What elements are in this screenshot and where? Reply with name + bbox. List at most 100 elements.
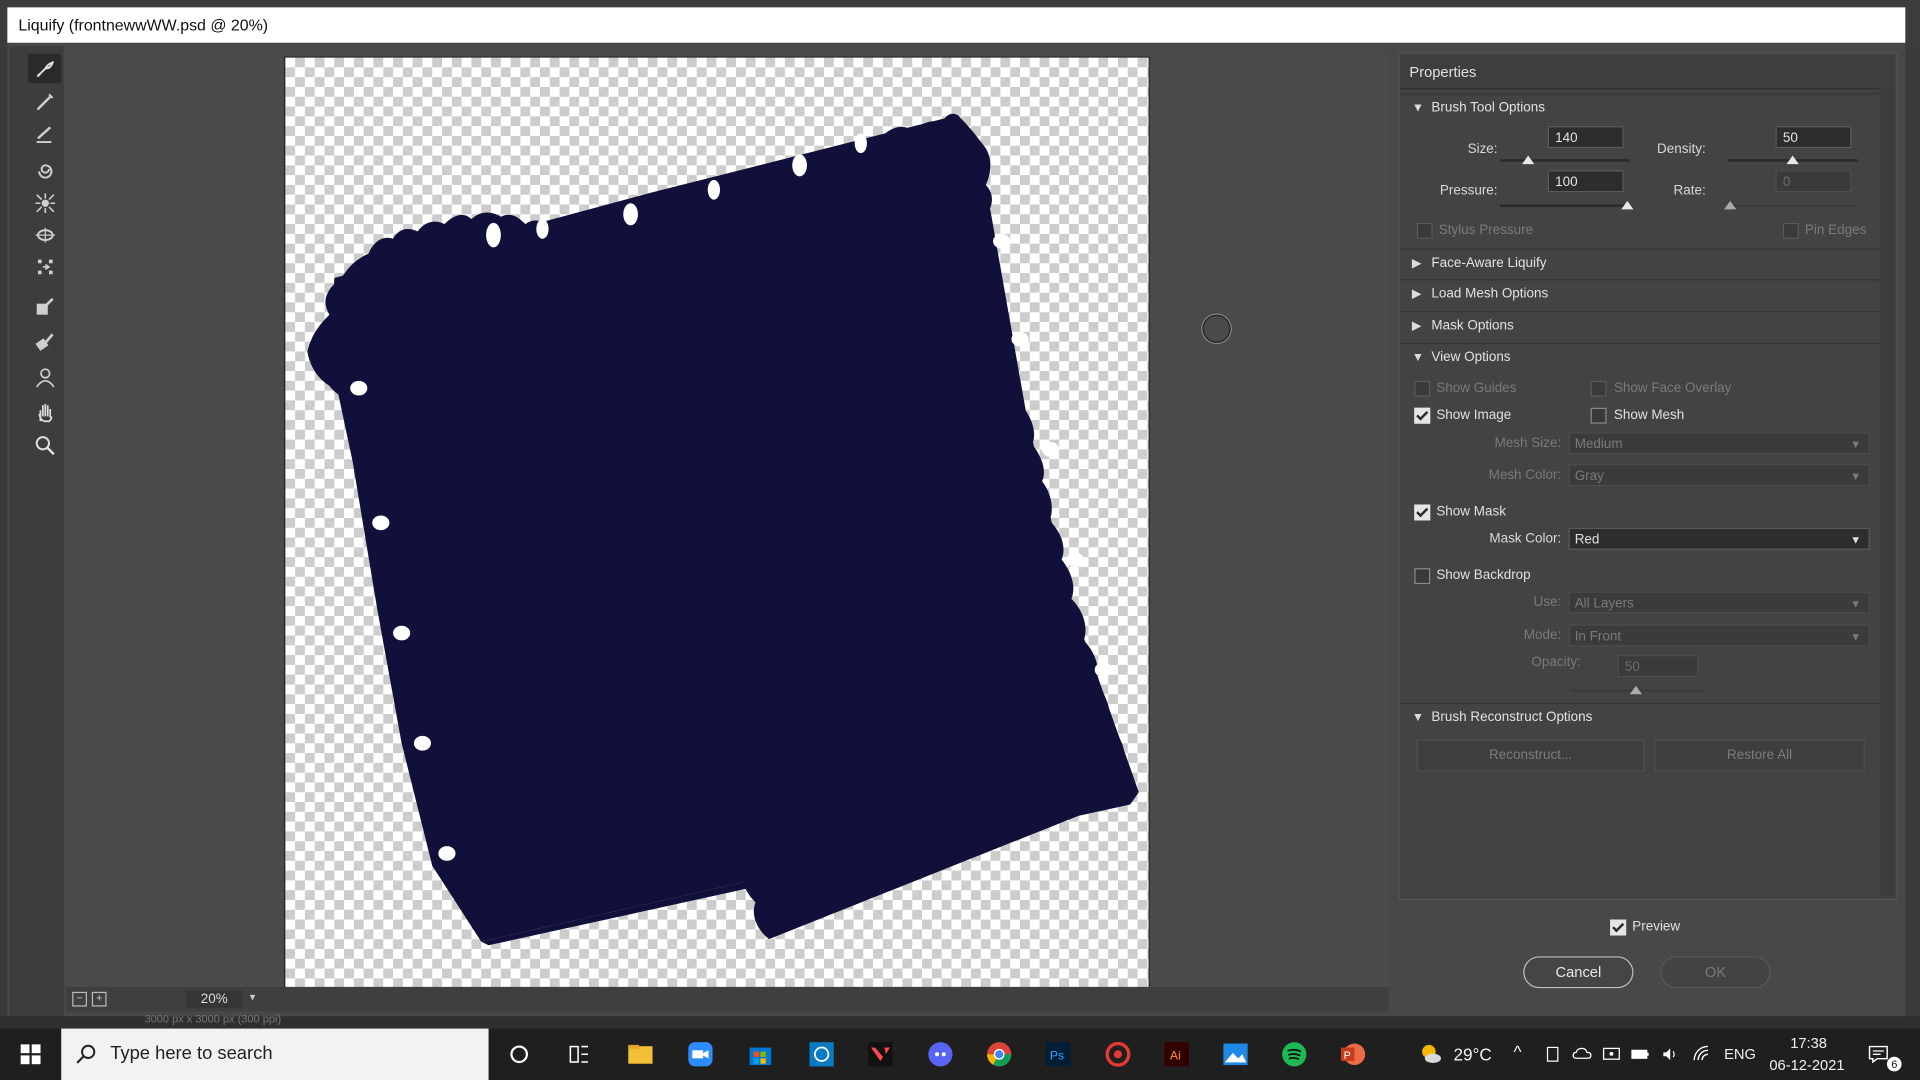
language-indicator[interactable]: ENG [1724, 1046, 1756, 1063]
show-mesh-label: Show Mesh [1613, 407, 1685, 423]
expanded-triangle-icon: ▼ [1411, 351, 1424, 365]
display-icon[interactable] [1597, 1040, 1626, 1069]
section-brush-tool-options[interactable]: ▼ Brush Tool Options [1399, 93, 1880, 124]
rate-slider-knob [1724, 200, 1737, 210]
battery-icon[interactable] [1626, 1040, 1655, 1069]
rate-slider [1727, 204, 1858, 207]
clock-time[interactable]: 17:38 [1790, 1035, 1827, 1052]
weather-temperature[interactable]: 29°C [1453, 1044, 1491, 1064]
zoom-level[interactable]: 20% [186, 990, 243, 1008]
clock-date[interactable]: 06-12-2021 [1769, 1057, 1844, 1074]
preview-checkbox[interactable] [1610, 919, 1627, 936]
mask-color-label: Mask Color: [1489, 531, 1562, 547]
illustrator-icon[interactable]: Ai [1162, 1040, 1191, 1069]
collapsed-triangle-icon: ▶ [1411, 287, 1422, 302]
face-tool-icon[interactable] [28, 362, 61, 391]
image-canvas[interactable] [284, 56, 1150, 989]
pressure-slider[interactable] [1500, 204, 1630, 207]
chevron-down-icon: ▼ [1850, 470, 1862, 483]
chevron-up-icon[interactable]: ^ [1513, 1042, 1521, 1062]
taskbar-search[interactable]: Type here to search [61, 1028, 489, 1080]
density-slider-knob[interactable] [1786, 155, 1799, 165]
push-left-tool-icon[interactable] [28, 252, 61, 281]
device-icon[interactable] [1538, 1040, 1567, 1069]
discord-icon[interactable] [926, 1040, 955, 1069]
pressure-input[interactable]: 100 [1547, 170, 1624, 193]
size-slider-knob[interactable] [1522, 155, 1535, 165]
weather-icon[interactable] [1416, 1040, 1445, 1069]
rate-label: Rate: [1673, 183, 1706, 199]
rate-input: 0 [1775, 170, 1852, 193]
hand-tool-icon[interactable] [28, 398, 61, 427]
task-view-icon[interactable] [564, 1040, 593, 1069]
thaw-mask-tool-icon[interactable] [28, 326, 61, 355]
show-image-checkbox[interactable] [1414, 407, 1431, 424]
onedrive-icon[interactable] [1567, 1040, 1596, 1069]
mask-color-select[interactable]: Red ▼ [1568, 527, 1870, 550]
section-view-options[interactable]: ▼ View Options [1399, 342, 1880, 374]
dell-icon[interactable] [807, 1040, 836, 1069]
show-mask-checkbox[interactable] [1414, 504, 1431, 521]
zoom-in-button[interactable]: + [91, 991, 107, 1007]
zoom-out-button[interactable]: − [72, 991, 87, 1007]
show-mesh-checkbox[interactable] [1590, 407, 1607, 424]
chrome-icon[interactable] [984, 1040, 1013, 1069]
reconstruct-tool-icon[interactable] [28, 87, 61, 116]
microsoft-store-icon[interactable] [746, 1040, 775, 1069]
mode-select: In Front ▼ [1568, 624, 1870, 647]
bloat-tool-icon[interactable] [28, 220, 61, 249]
size-slider[interactable] [1500, 159, 1630, 162]
cancel-button[interactable]: Cancel [1523, 956, 1634, 989]
forward-warp-tool-icon[interactable] [28, 53, 62, 84]
size-input[interactable]: 140 [1547, 126, 1624, 149]
wifi-icon[interactable] [1687, 1040, 1716, 1069]
density-input[interactable]: 50 [1775, 126, 1852, 149]
mode-label: Mode: [1523, 628, 1562, 643]
photoshop-icon[interactable]: Ps [1043, 1040, 1072, 1069]
cortana-icon[interactable] [504, 1040, 533, 1069]
section-face-aware-liquify[interactable]: ▶ Face-Aware Liquify [1399, 248, 1880, 280]
use-label: Use: [1533, 595, 1562, 610]
use-select: All Layers ▼ [1568, 591, 1870, 614]
app-icon-red[interactable] [1103, 1040, 1132, 1069]
reconstruct-button[interactable]: Reconstruct... [1416, 739, 1645, 772]
show-backdrop-checkbox[interactable] [1414, 568, 1431, 585]
mesh-color-select: Gray ▼ [1568, 464, 1870, 487]
properties-scrollbar[interactable] [1879, 88, 1895, 897]
pin-edges-checkbox [1782, 222, 1799, 239]
section-mask-options[interactable]: ▶ Mask Options [1399, 311, 1880, 342]
chevron-down-icon: ▼ [1850, 597, 1862, 610]
title-bar-inner: Liquify (frontnewwWW.psd @ 20%) [7, 7, 1906, 43]
document-size: 3000 px x 3000 px (300 ppi) [144, 1012, 282, 1025]
zoom-dropdown-icon[interactable]: ▾ [250, 991, 256, 1004]
pucker-tool-icon[interactable] [28, 189, 61, 218]
zoom-tool-icon[interactable] [28, 431, 61, 460]
section-load-mesh-options[interactable]: ▶ Load Mesh Options [1399, 279, 1880, 310]
liquified-shape [307, 113, 1139, 946]
zoom-app-icon[interactable] [686, 1040, 715, 1069]
freeze-mask-tool-icon[interactable] [28, 291, 61, 320]
restore-all-button[interactable]: Restore All [1654, 739, 1865, 772]
file-explorer-icon[interactable] [626, 1040, 655, 1069]
show-backdrop-label: Show Backdrop [1436, 568, 1531, 583]
collapsed-triangle-icon: ▶ [1411, 257, 1422, 271]
svg-text:Ai: Ai [1170, 1049, 1181, 1063]
valorant-icon[interactable] [866, 1040, 895, 1069]
pressure-slider-knob[interactable] [1621, 200, 1634, 210]
photos-icon[interactable] [1221, 1040, 1250, 1069]
ok-button[interactable]: OK [1660, 956, 1771, 989]
section-brush-reconstruct-options[interactable]: ▼ Brush Reconstruct Options [1399, 702, 1880, 734]
windows-start-icon[interactable] [16, 1040, 45, 1069]
smooth-tool-icon[interactable] [28, 119, 61, 148]
density-label: Density: [1657, 142, 1706, 157]
volume-icon[interactable] [1656, 1040, 1685, 1069]
powerpoint-icon[interactable]: P [1338, 1040, 1367, 1069]
properties-panel: Properties ▼ Brush Tool Options Size: 14… [1398, 52, 1898, 901]
mesh-size-label: Mesh Size: [1494, 435, 1562, 451]
search-icon [76, 1044, 96, 1064]
twirl-tool-icon[interactable] [28, 157, 61, 186]
spotify-icon[interactable] [1280, 1040, 1309, 1069]
opacity-input: 50 [1617, 655, 1699, 678]
collapsed-triangle-icon: ▶ [1411, 319, 1422, 334]
brush-cursor [1202, 314, 1231, 343]
